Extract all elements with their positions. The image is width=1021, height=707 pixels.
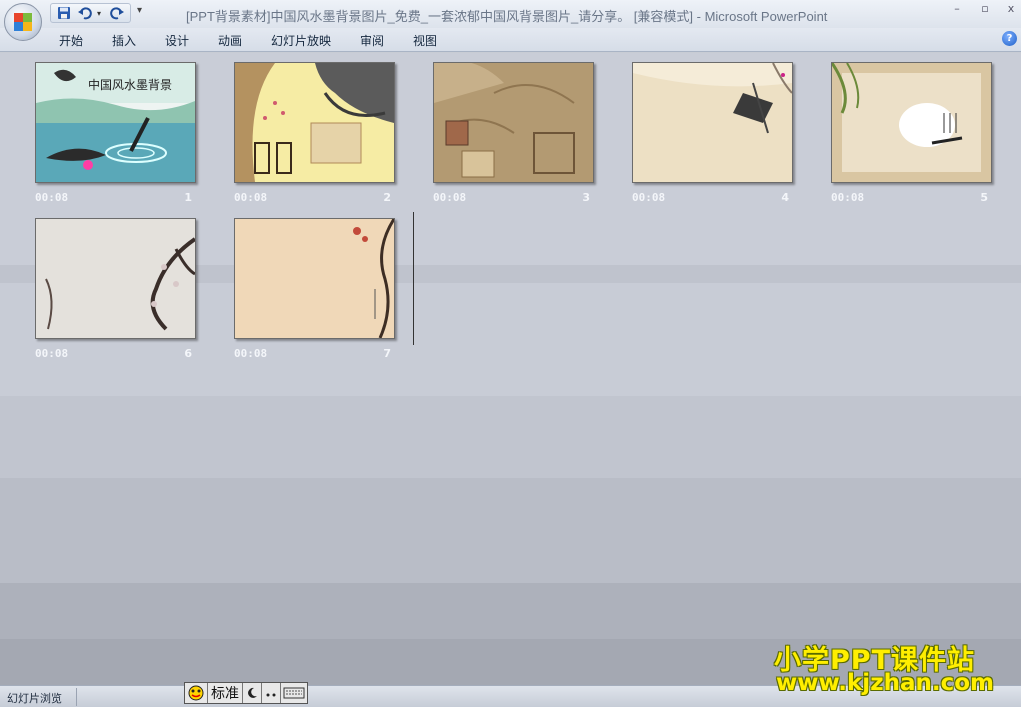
slide-sorter-pane[interactable]: 中国风水墨背景 00:08 1 00:08 2 00:08 3 00:08 4 …: [0, 53, 1021, 685]
slide-thumbnail[interactable]: [632, 62, 793, 183]
slide-thumbnail[interactable]: [433, 62, 594, 183]
punctuation-icon[interactable]: [262, 683, 281, 703]
ime-logo-icon[interactable]: [185, 683, 208, 703]
slide-timing: 00:08: [35, 347, 69, 360]
ribbon-tab-row: 开始 插入 设计 动画 幻灯片放映 审阅 视图 ?: [0, 28, 1021, 52]
undo-dropdown-icon[interactable]: ▾: [97, 9, 105, 18]
slide-number: 5: [980, 191, 988, 204]
watermark-url: www.kjzhan.com: [776, 670, 994, 696]
slide-title-text: 中国风水墨背景: [88, 77, 172, 92]
status-divider: [76, 688, 77, 706]
customize-qat-icon[interactable]: ▾: [137, 5, 142, 16]
view-mode-label: 幻灯片浏览: [7, 692, 62, 705]
background-band: [0, 583, 1021, 639]
slide-number: 1: [184, 191, 192, 204]
slide-number: 2: [383, 191, 391, 204]
help-icon[interactable]: ?: [1002, 31, 1017, 46]
title-bar: ▾ ▾ [PPT背景素材]中国风水墨背景图片_免费_一套浓郁中国风背景图片_请分…: [0, 0, 1021, 28]
slide-timing: 00:08: [433, 191, 467, 204]
close-button[interactable]: x: [1000, 2, 1021, 20]
slide-number: 6: [184, 347, 192, 360]
save-icon[interactable]: [55, 5, 73, 21]
background-band: [0, 478, 1021, 583]
tab-view[interactable]: 视图: [413, 32, 437, 49]
office-button[interactable]: [4, 3, 42, 41]
ime-mode-label[interactable]: 标准: [208, 683, 243, 703]
slide-thumbnail[interactable]: [831, 62, 992, 183]
slide-thumbnail[interactable]: [234, 62, 395, 183]
slide-timing: 00:08: [632, 191, 666, 204]
slide-number: 7: [383, 347, 391, 360]
slide-number: 4: [781, 191, 789, 204]
window-title: [PPT背景素材]中国风水墨背景图片_免费_一套浓郁中国风背景图片_请分享。 […: [186, 9, 828, 24]
minimize-button[interactable]: –: [946, 2, 968, 20]
half-width-moon-icon[interactable]: [243, 683, 262, 703]
tab-slide-show[interactable]: 幻灯片放映: [271, 32, 331, 49]
tab-design[interactable]: 设计: [165, 32, 189, 49]
undo-icon[interactable]: [76, 5, 94, 21]
slide-timing: 00:08: [831, 191, 865, 204]
tab-review[interactable]: 审阅: [360, 32, 384, 49]
ime-toolbar[interactable]: 标准: [184, 682, 308, 704]
office-logo-icon: [14, 13, 32, 31]
slide-thumbnail[interactable]: 中国风水墨背景: [35, 62, 196, 183]
slide-thumbnail[interactable]: [234, 218, 395, 339]
tab-animations[interactable]: 动画: [218, 32, 242, 49]
quick-access-toolbar: ▾: [50, 3, 131, 23]
tab-home[interactable]: 开始: [59, 32, 83, 49]
tab-insert[interactable]: 插入: [112, 32, 136, 49]
slide-timing: 00:08: [35, 191, 69, 204]
soft-keyboard-icon[interactable]: [281, 683, 307, 703]
slide-thumbnail[interactable]: [35, 218, 196, 339]
slide-timing: 00:08: [234, 347, 268, 360]
restore-button[interactable]: ▫: [974, 2, 996, 20]
insertion-cursor: [413, 212, 414, 345]
slide-timing: 00:08: [234, 191, 268, 204]
background-band: [0, 396, 1021, 478]
slide-number: 3: [582, 191, 590, 204]
redo-icon[interactable]: [108, 5, 126, 21]
